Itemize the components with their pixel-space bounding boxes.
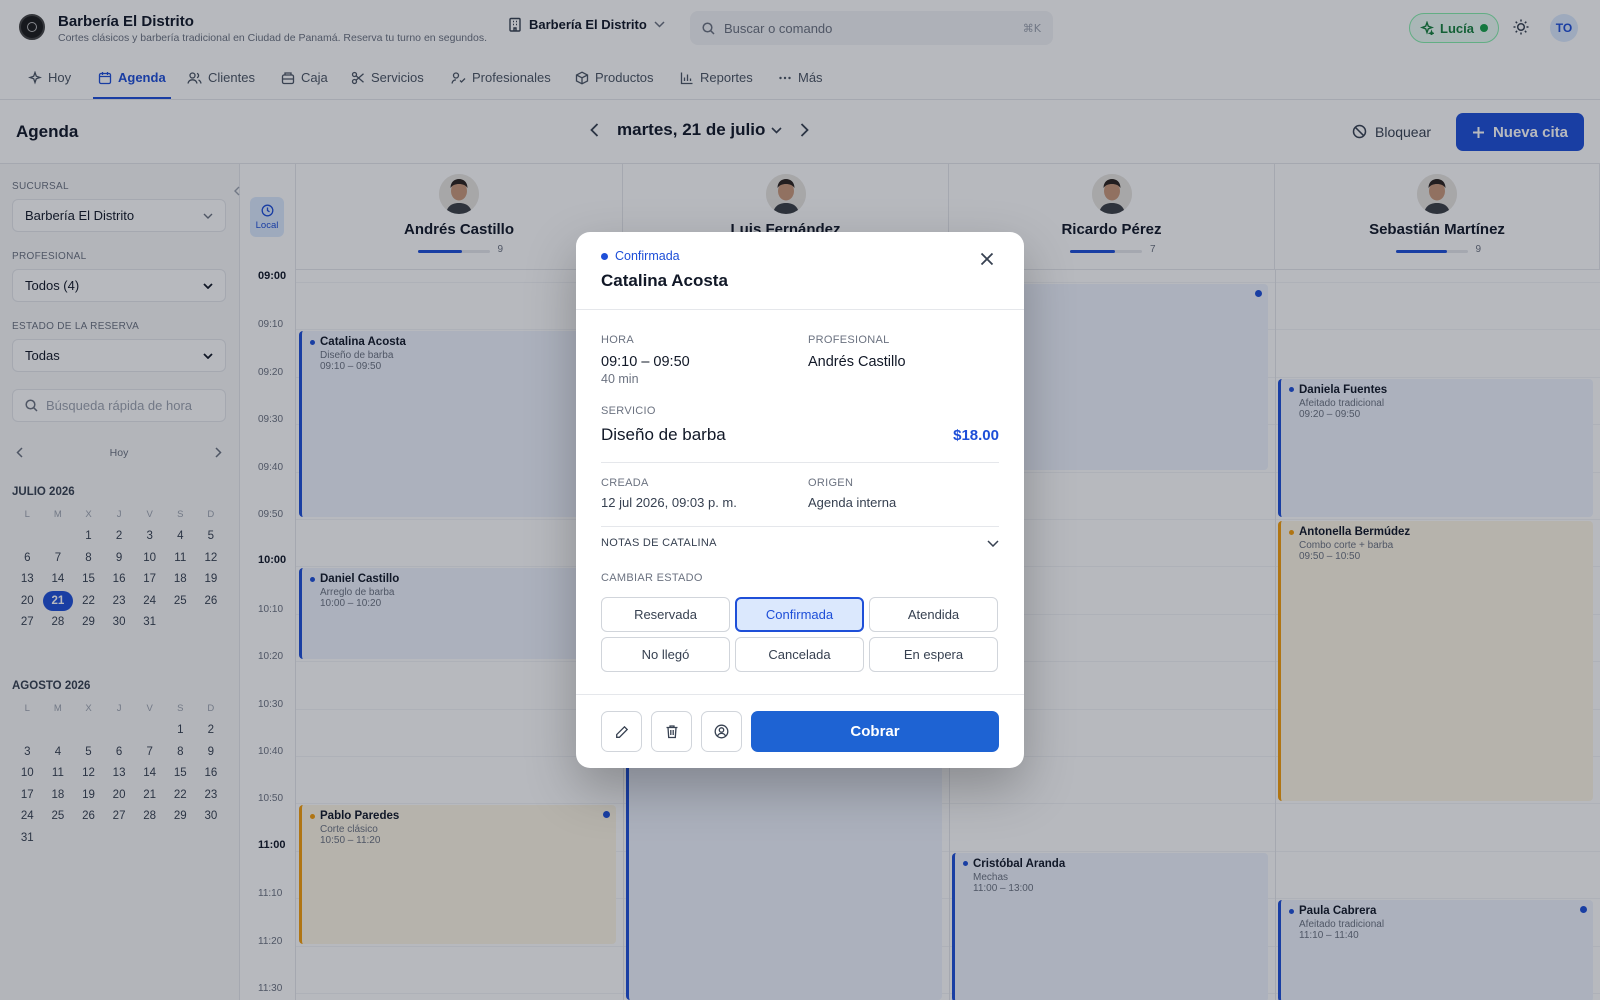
created-label: CREADA — [601, 477, 649, 489]
status-option-button[interactable]: No llegó — [601, 637, 730, 672]
divider — [576, 694, 1024, 695]
hour-value: 09:10 – 09:50 — [601, 354, 690, 370]
duration-value: 40 min — [601, 372, 639, 386]
status-option-button[interactable]: En espera — [869, 637, 998, 672]
status-badge: Confirmada — [601, 249, 680, 263]
client-name: Catalina Acosta — [601, 271, 728, 290]
charge-button[interactable]: Cobrar — [751, 711, 999, 752]
hour-label: HORA — [601, 334, 634, 346]
status-option-button[interactable]: Cancelada — [735, 637, 864, 672]
close-button[interactable] — [980, 252, 994, 266]
client-profile-button[interactable] — [701, 711, 742, 752]
divider — [601, 462, 999, 463]
created-value: 12 jul 2026, 09:03 p. m. — [601, 495, 737, 510]
professional-label: PROFESIONAL — [808, 334, 890, 346]
service-label: SERVICIO — [601, 405, 656, 417]
status-label: Confirmada — [615, 249, 680, 263]
status-dot — [601, 252, 608, 260]
status-option-button[interactable]: Atendida — [869, 597, 998, 632]
divider — [601, 526, 999, 527]
delete-button[interactable] — [651, 711, 692, 752]
status-option-button[interactable]: Confirmada — [735, 597, 864, 632]
origin-value: Agenda interna — [808, 495, 897, 510]
close-icon — [980, 252, 994, 266]
trash-icon — [666, 725, 677, 739]
user-circle-icon — [714, 724, 729, 739]
notes-toggle[interactable]: NOTAS DE CATALINA — [601, 537, 999, 549]
divider — [576, 309, 1024, 310]
appointment-detail-modal: Confirmada Catalina Acosta HORA 09:10 – … — [576, 232, 1024, 768]
professional-value: Andrés Castillo — [808, 354, 906, 370]
service-price: $18.00 — [953, 427, 999, 444]
chevron-down-icon — [987, 539, 999, 547]
notes-label: NOTAS DE CATALINA — [601, 537, 717, 549]
origin-label: ORIGEN — [808, 477, 854, 489]
edit-button[interactable] — [601, 711, 642, 752]
pencil-icon — [615, 725, 628, 738]
status-option-button[interactable]: Reservada — [601, 597, 730, 632]
service-value: Diseño de barba — [601, 425, 726, 444]
change-status-label: CAMBIAR ESTADO — [601, 572, 703, 584]
